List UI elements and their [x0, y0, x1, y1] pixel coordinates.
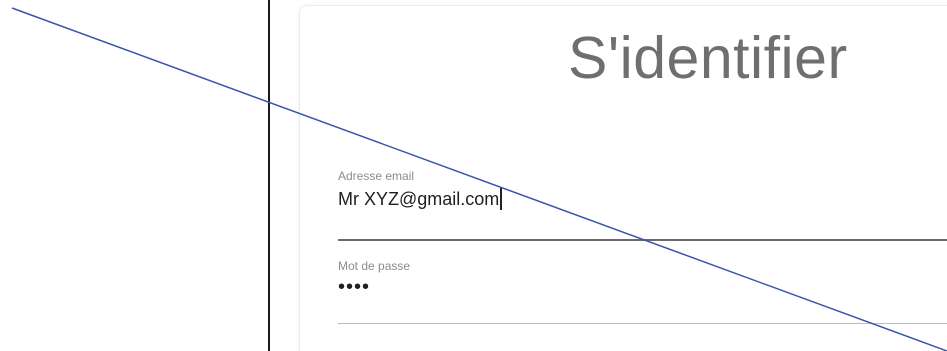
vertical-divider: [268, 0, 270, 351]
screenshot-canvas: S'identifier Adresse email Mr XYZ@gmail.…: [0, 0, 947, 351]
login-card: S'identifier Adresse email Mr XYZ@gmail.…: [299, 5, 947, 351]
email-underline: [338, 239, 947, 241]
password-input[interactable]: ••••: [338, 277, 370, 297]
email-value: Mr XYZ@gmail.com: [338, 189, 500, 209]
email-label: Adresse email: [338, 169, 415, 183]
login-title: S'identifier: [568, 25, 848, 91]
password-field[interactable]: Mot de passe ••••: [338, 259, 947, 331]
email-input[interactable]: Mr XYZ@gmail.com: [338, 188, 503, 210]
text-cursor: [500, 188, 503, 210]
email-field[interactable]: Adresse email Mr XYZ@gmail.com: [338, 169, 947, 247]
password-label: Mot de passe: [338, 259, 411, 273]
password-underline: [338, 323, 947, 324]
